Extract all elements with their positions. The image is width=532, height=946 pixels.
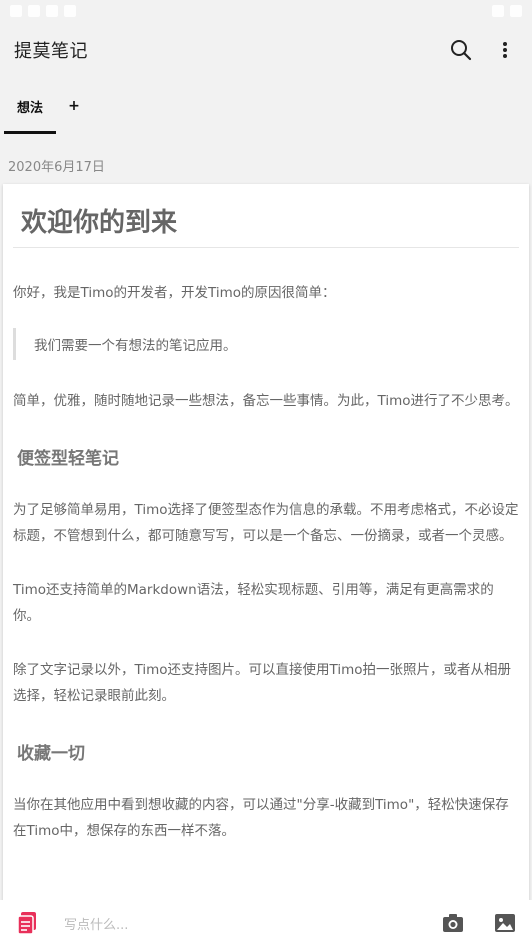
app-title: 提莫笔记	[14, 41, 88, 62]
note-title: 欢迎你的到来	[13, 184, 519, 248]
note-paragraph-5: 当你在其他应用中看到想收藏的内容，可以通过"分享-收藏到Timo"，轻松快速保存…	[13, 797, 509, 839]
notes-icon[interactable]	[14, 910, 40, 936]
note-intro: 你好，我是Timo的开发者，开发Timo的原因很简单：	[13, 285, 336, 301]
app-bar: 提莫笔记	[0, 22, 532, 78]
note-card[interactable]: 欢迎你的到来 你好，我是Timo的开发者，开发Timo的原因很简单： 我们需要一…	[3, 184, 529, 902]
status-icons-right	[492, 5, 522, 17]
note-heading-1: 便签型轻笔记	[17, 449, 119, 469]
note-quote: 我们需要一个有想法的笔记应用。	[13, 328, 519, 360]
status-bar	[0, 0, 532, 22]
note-paragraph-3: Timo还支持简单的Markdown语法，轻松实现标题、引用等，满足有更高需求的…	[13, 582, 494, 624]
note-paragraph-1: 简单，优雅，随时随地记录一些想法，备忘一些事情。为此，Timo进行了不少思考。	[13, 393, 519, 409]
note-paragraph-4: 除了文字记录以外，Timo还支持图片。可以直接使用Timo拍一张照片，或者从相册…	[13, 662, 511, 704]
camera-icon[interactable]	[440, 910, 466, 936]
app-bar-actions	[448, 37, 518, 63]
note-paragraph-2: 为了足够简单易用，Timo选择了便签型态作为信息的承载。不用考虑格式，不必设定标…	[13, 502, 519, 544]
status-icons-left	[10, 5, 76, 17]
composer-actions	[440, 910, 518, 936]
note-heading-2: 收藏一切	[17, 744, 85, 764]
composer-input[interactable]: 写点什么...	[64, 914, 440, 933]
search-icon[interactable]	[448, 37, 474, 63]
tab-ideas[interactable]: 想法	[4, 78, 56, 134]
tab-bar: 想法 +	[0, 78, 532, 134]
composer-bar: 写点什么...	[0, 900, 532, 946]
add-tab-button[interactable]: +	[56, 78, 92, 134]
more-vert-icon[interactable]	[492, 37, 518, 63]
image-icon[interactable]	[492, 910, 518, 936]
note-date: 2020年6月17日	[8, 160, 105, 175]
